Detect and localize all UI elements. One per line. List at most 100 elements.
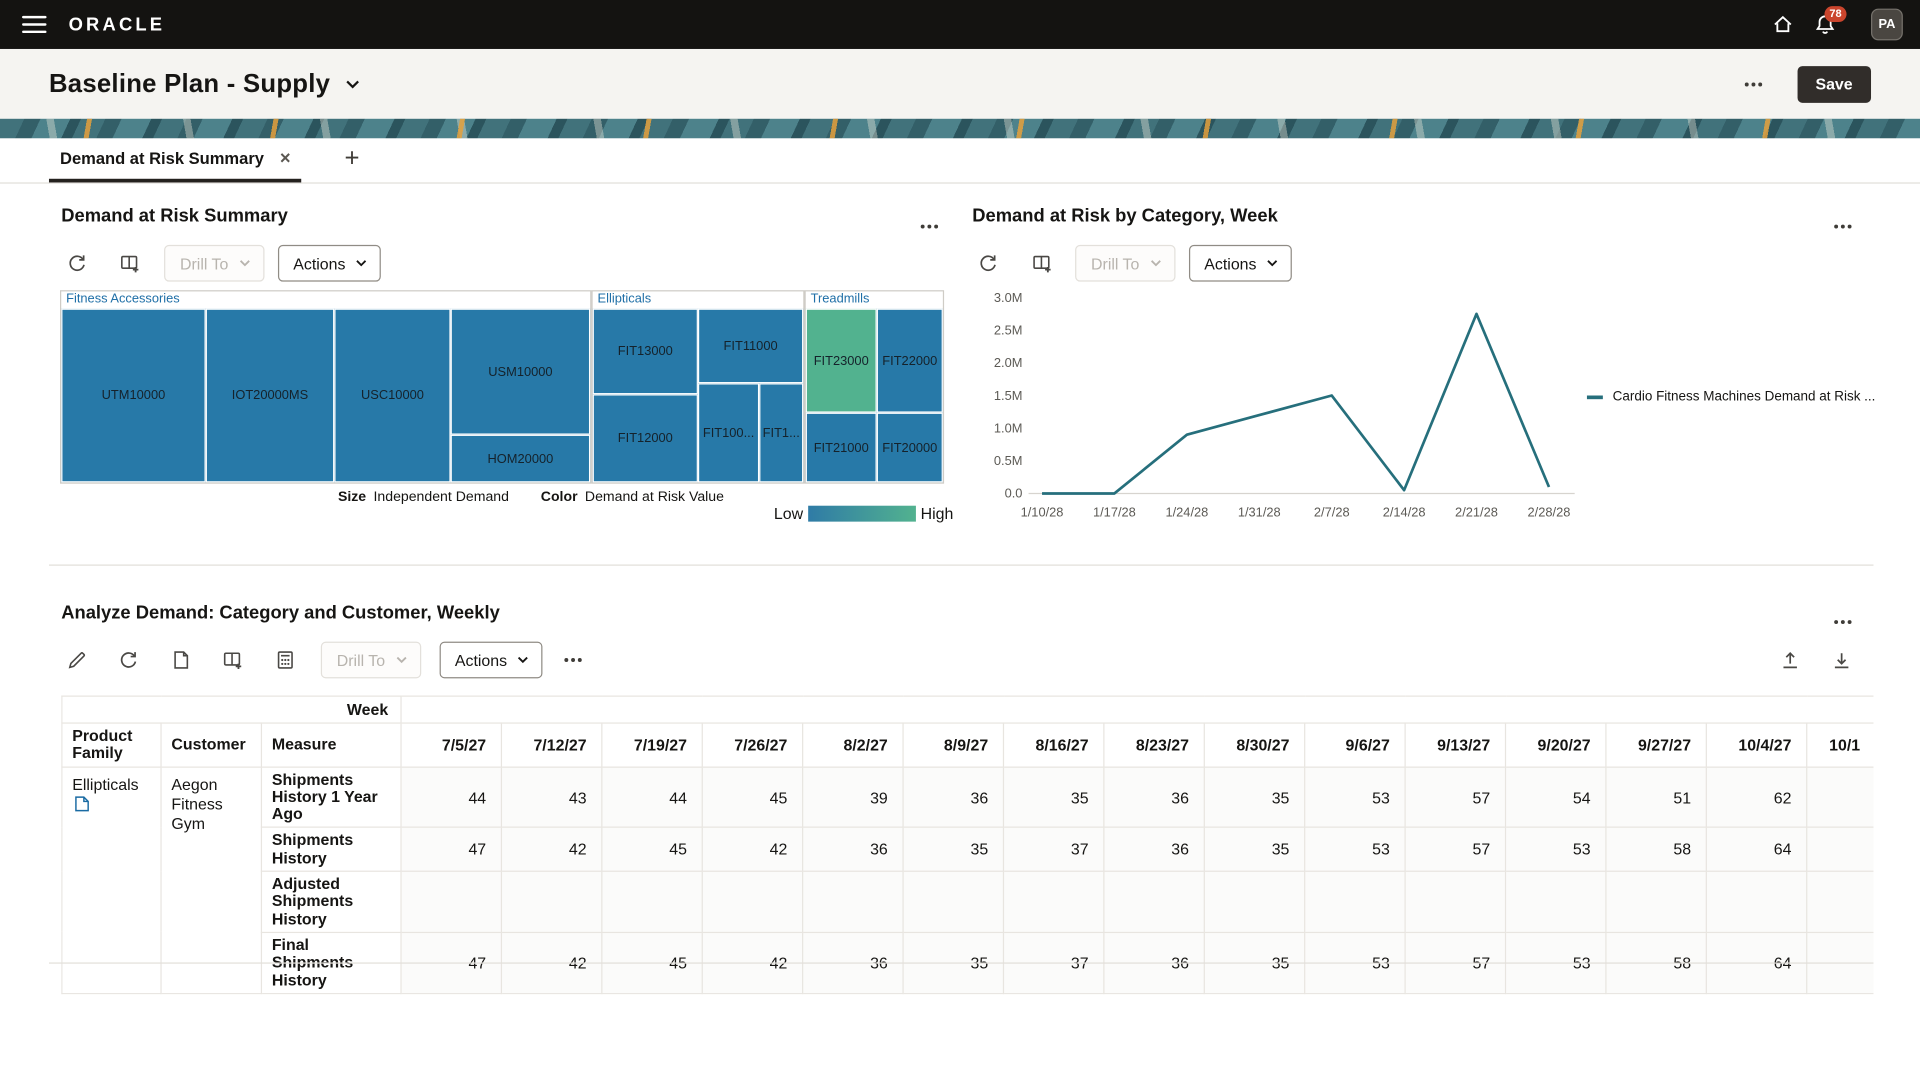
home-icon[interactable] [1772, 13, 1794, 35]
treemap-tile[interactable]: UTM10000 [61, 309, 205, 483]
value-cell[interactable]: 45 [702, 767, 802, 828]
treemap-tile[interactable]: FIT11000 [698, 309, 803, 384]
value-cell[interactable]: 35 [903, 828, 1003, 872]
treemap-tile[interactable]: FIT23000 [806, 309, 877, 413]
menu-icon[interactable] [15, 0, 54, 49]
value-cell[interactable] [1104, 871, 1204, 932]
treemap-tile[interactable]: FIT13000 [593, 309, 698, 395]
actions-select[interactable]: Actions [439, 642, 543, 679]
treemap-tile[interactable]: HOM20000 [451, 435, 591, 483]
plan-title-dropdown[interactable]: Baseline Plan - Supply [49, 69, 361, 98]
drill-to-select[interactable]: Drill To [164, 245, 264, 282]
value-cell[interactable] [1405, 871, 1505, 932]
value-cell[interactable]: 39 [803, 767, 903, 828]
value-cell[interactable]: 37 [1004, 828, 1104, 872]
treemap-group-label: Fitness Accessories [61, 291, 590, 308]
chevron-down-icon [517, 654, 529, 666]
save-button[interactable]: Save [1797, 66, 1871, 103]
value-cell[interactable]: 42 [501, 828, 601, 872]
value-cell[interactable] [803, 871, 903, 932]
treemap-tile[interactable]: FIT1... [759, 383, 803, 482]
manage-views-icon[interactable] [120, 253, 140, 273]
ellipsis-icon[interactable] [918, 217, 940, 237]
value-cell[interactable]: 58 [1606, 828, 1706, 872]
value-cell[interactable] [401, 871, 501, 932]
value-cell[interactable] [1506, 871, 1606, 932]
drill-to-select[interactable]: Drill To [1075, 245, 1175, 282]
treemap-tile[interactable]: FIT20000 [877, 413, 943, 483]
edit-pencil-icon[interactable] [67, 650, 87, 670]
value-cell[interactable]: 35 [1204, 828, 1304, 872]
notifications-bell-icon[interactable]: 78 [1813, 13, 1836, 36]
value-cell[interactable]: 44 [401, 767, 501, 828]
value-cell[interactable]: 62 [1706, 767, 1806, 828]
value-cell[interactable]: 43 [501, 767, 601, 828]
value-cell[interactable]: 35 [1004, 767, 1104, 828]
value-cell[interactable]: 36 [1104, 767, 1204, 828]
value-cell[interactable]: 36 [903, 767, 1003, 828]
value-cell[interactable] [1807, 828, 1874, 872]
value-cell[interactable]: 45 [602, 828, 702, 872]
add-tab-button[interactable]: + [338, 138, 365, 182]
value-cell[interactable]: 53 [1305, 767, 1405, 828]
value-cell[interactable]: 36 [803, 828, 903, 872]
upload-icon[interactable] [1780, 650, 1800, 670]
value-cell[interactable] [1807, 767, 1874, 828]
avatar[interactable]: PA [1871, 9, 1903, 41]
close-icon[interactable]: × [280, 149, 291, 167]
value-cell[interactable] [1004, 871, 1104, 932]
calculator-icon[interactable] [276, 650, 296, 670]
ellipsis-icon[interactable] [1742, 74, 1764, 94]
value-cell[interactable] [1305, 871, 1405, 932]
actions-select[interactable]: Actions [277, 245, 381, 282]
value-cell[interactable]: 44 [602, 767, 702, 828]
treemap-tile[interactable]: FIT22000 [877, 309, 943, 413]
topbar-actions: 78 PA [1772, 9, 1905, 41]
value-cell[interactable]: 35 [1204, 767, 1304, 828]
manage-views-icon[interactable] [1032, 253, 1052, 273]
ellipsis-icon[interactable] [1832, 612, 1854, 632]
refresh-icon[interactable] [978, 253, 998, 273]
date-column-header: 8/16/27 [1004, 723, 1104, 767]
ellipsis-icon[interactable] [1832, 217, 1854, 237]
tab-demand-at-risk-summary[interactable]: Demand at Risk Summary × [49, 138, 302, 182]
value-cell[interactable]: 53 [1506, 828, 1606, 872]
note-page-icon[interactable] [171, 650, 191, 670]
ellipsis-icon[interactable] [562, 650, 584, 670]
treemap-tile[interactable]: IOT20000MS [206, 309, 335, 483]
refresh-icon[interactable] [67, 253, 87, 273]
series-line[interactable] [1042, 314, 1549, 494]
value-cell[interactable]: 42 [702, 828, 802, 872]
note-icon[interactable] [75, 796, 90, 812]
value-cell[interactable]: 64 [1706, 828, 1806, 872]
value-cell[interactable]: 57 [1405, 828, 1505, 872]
value-cell[interactable] [903, 871, 1003, 932]
treemap-tile[interactable]: FIT12000 [593, 394, 698, 482]
value-cell[interactable] [602, 871, 702, 932]
value-cell[interactable] [501, 871, 601, 932]
value-cell[interactable] [1606, 871, 1706, 932]
series-label: Cardio Fitness Machines Demand at Risk .… [1613, 389, 1876, 404]
treemap-tile[interactable]: USM10000 [451, 309, 591, 435]
value-cell[interactable]: 36 [1104, 828, 1204, 872]
treemap-tile[interactable]: USC10000 [334, 309, 450, 483]
value-cell[interactable] [1807, 871, 1874, 932]
treemap-tile[interactable]: FIT100... [698, 383, 759, 482]
actions-select[interactable]: Actions [1188, 245, 1292, 282]
legend-color-label: Color [541, 490, 578, 505]
download-icon[interactable] [1832, 650, 1852, 670]
value-cell[interactable]: 54 [1506, 767, 1606, 828]
treemap: Fitness AccessoriesUTM10000IOT20000MSUSC… [61, 291, 943, 482]
value-cell[interactable] [1706, 871, 1806, 932]
treemap-tile[interactable]: FIT21000 [806, 413, 877, 483]
manage-views-icon[interactable] [223, 650, 243, 670]
value-cell[interactable]: 57 [1405, 767, 1505, 828]
x-tick-label: 2/14/28 [1383, 505, 1426, 520]
drill-to-select[interactable]: Drill To [321, 642, 421, 679]
value-cell[interactable] [702, 871, 802, 932]
refresh-icon[interactable] [119, 650, 139, 670]
value-cell[interactable]: 53 [1305, 828, 1405, 872]
value-cell[interactable]: 51 [1606, 767, 1706, 828]
value-cell[interactable] [1204, 871, 1304, 932]
value-cell[interactable]: 47 [401, 828, 501, 872]
